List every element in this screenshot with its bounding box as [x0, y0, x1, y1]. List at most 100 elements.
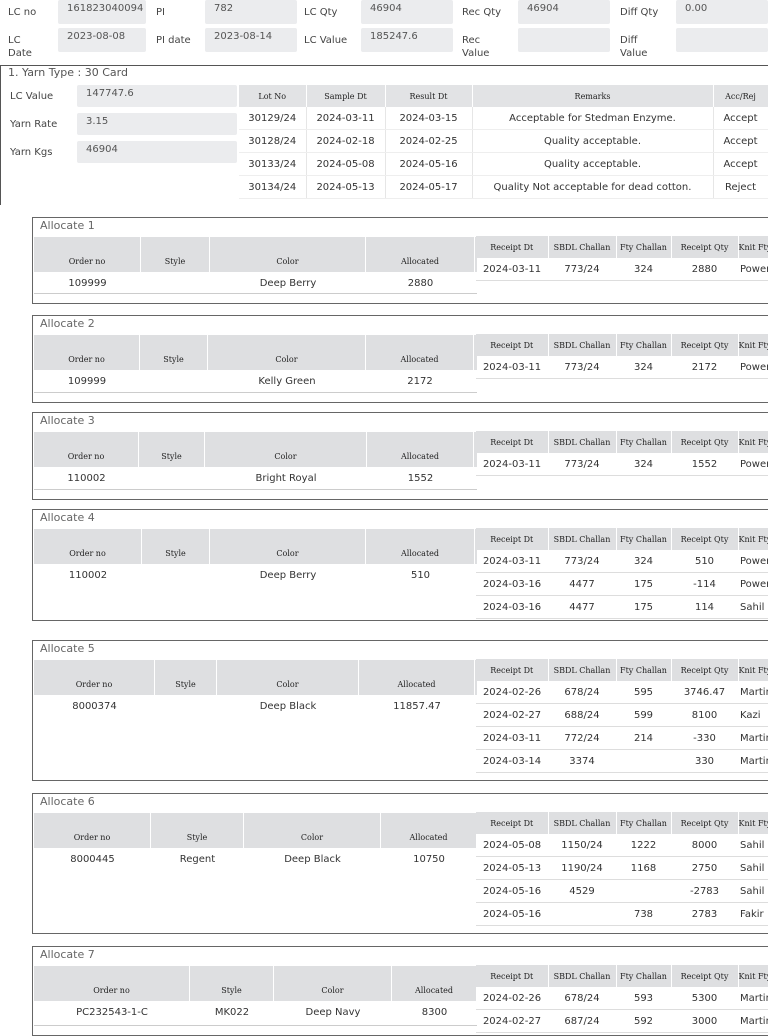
- receipt-cell: Martin: [738, 749, 768, 773]
- receipt-table: Receipt Dt SBDL Challan Fty Challan Receipt…: [476, 334, 768, 379]
- receipt-cell: 8100: [671, 703, 738, 727]
- receipt-col-receipt-dt: Receipt Dt: [476, 965, 549, 987]
- diff-qty-field[interactable]: 0.00: [676, 0, 768, 24]
- rec-value-label: Rec Value: [462, 35, 490, 59]
- qc-col-lot-no: Lot No: [239, 85, 307, 107]
- receipt-col-fty-challan: Fty Challan: [616, 659, 672, 681]
- receipt-cell: 2024-02-27: [476, 1009, 548, 1033]
- qc-cell: Quality Not acceptable for dead cotton.: [472, 175, 714, 199]
- qc-cell: Accept: [713, 152, 768, 176]
- qc-cell: Quality acceptable.: [472, 152, 714, 176]
- order-col-order-no: Order no: [34, 432, 139, 467]
- qc-cell: 2024-05-17: [385, 175, 473, 199]
- qc-col-acc-rej: Acc/Rej: [713, 85, 768, 107]
- table-row: 2024-05-08 1150/24 1222 8000 Sahil: [476, 834, 768, 857]
- receipt-cell: 2024-05-16: [476, 879, 548, 903]
- table-row: 2024-03-11 773/24 324 2880 Power: [476, 258, 768, 281]
- order-col-allocated: Allocated: [366, 237, 475, 272]
- receipt-cell: 4477: [548, 572, 616, 596]
- receipt-col-fty-challan: Fty Challan: [616, 431, 672, 453]
- order-col-style: Style: [139, 432, 205, 467]
- receipt-cell: 678/24: [548, 987, 616, 1010]
- receipt-col-sbdl-challan: SBDL Challan: [548, 431, 617, 453]
- receipt-col-receipt-qty: Receipt Qty: [671, 965, 739, 987]
- table-row: 2024-05-13 1190/24 1168 2750 Sahil: [476, 856, 768, 880]
- receipt-cell: 324: [616, 258, 671, 281]
- receipt-cell: 2024-03-11: [476, 258, 548, 281]
- order-cell: Deep Black: [259, 701, 317, 712]
- receipt-header-row: Receipt Dt SBDL Challan Fty Challan Receipt…: [476, 965, 768, 987]
- order-cell: 109999: [68, 278, 107, 289]
- receipt-cell: Martin: [738, 726, 768, 750]
- diff-value-field[interactable]: [676, 28, 768, 52]
- table-row: 2024-03-16 4477 175 -114 Power: [476, 572, 768, 596]
- receipt-col-receipt-qty: Receipt Qty: [671, 659, 739, 681]
- row-divider: [34, 392, 477, 393]
- receipt-table: Receipt Dt SBDL Challan Fty Challan Receipt…: [476, 236, 768, 281]
- allocation-title: Allocate 3: [40, 414, 95, 427]
- receipt-cell: 592: [616, 1009, 671, 1033]
- receipt-col-sbdl-challan: SBDL Challan: [548, 812, 617, 834]
- order-col-order-no: Order no: [34, 813, 151, 848]
- order-cell: 2880: [407, 278, 434, 289]
- order-col-allocated: Allocated: [359, 660, 475, 695]
- lc-no-field[interactable]: 161823040094: [58, 0, 146, 24]
- receipt-cell: 773/24: [548, 453, 616, 476]
- order-col-style: Style: [141, 237, 210, 272]
- lc-value-field[interactable]: 185247.6: [361, 28, 453, 52]
- receipt-cell: 2172: [671, 356, 738, 379]
- row-divider: [34, 293, 477, 294]
- table-row: 2024-03-11 773/24 324 510 Power: [476, 550, 768, 573]
- yarn-lc-value-field[interactable]: 147747.6: [77, 85, 237, 107]
- yarn-rate-field[interactable]: 3.15: [77, 113, 237, 135]
- receipt-cell: 2024-03-14: [476, 749, 548, 773]
- receipt-cell: 2024-02-26: [476, 681, 548, 704]
- qc-cell: 2024-05-16: [385, 152, 473, 176]
- rec-value-field[interactable]: [518, 28, 610, 52]
- qc-cell: Acceptable for Stedman Enzyme.: [472, 107, 714, 130]
- order-cell: Regent: [179, 854, 216, 865]
- allocation-box: Allocate 1 Order no Style Color Allocated 109…: [32, 217, 768, 304]
- pi-label: PI: [156, 7, 165, 18]
- receipt-cell: 324: [616, 550, 671, 573]
- receipt-cell: 324: [616, 356, 671, 379]
- receipt-cell: 678/24: [548, 681, 616, 704]
- pi-field[interactable]: 782: [205, 0, 297, 24]
- order-col-color: Color: [210, 237, 366, 272]
- pi-date-field[interactable]: 2023-08-14: [205, 28, 297, 52]
- receipt-header-row: Receipt Dt SBDL Challan Fty Challan Receipt…: [476, 236, 768, 258]
- receipt-cell: 687/24: [548, 1009, 616, 1033]
- lc-no-label: LC no: [8, 7, 37, 18]
- order-col-order-no: Order no: [34, 237, 141, 272]
- receipt-cell: 1150/24: [548, 834, 616, 857]
- receipt-col-receipt-qty: Receipt Qty: [671, 334, 739, 356]
- receipt-header-row: Receipt Dt SBDL Challan Fty Challan Receipt…: [476, 528, 768, 550]
- order-header-row: Order no Style Color Allocated: [34, 432, 477, 467]
- receipt-cell: -330: [671, 726, 738, 750]
- allocation-box: Allocate 4 Order no Style Color Allocated 110…: [32, 509, 768, 621]
- receipt-col-sbdl-challan: SBDL Challan: [548, 236, 617, 258]
- receipt-cell: 772/24: [548, 726, 616, 750]
- order-cell: 11857.47: [393, 701, 441, 712]
- order-cell: Bright Royal: [255, 473, 317, 484]
- order-cell: 109999: [67, 376, 107, 387]
- qc-cell: Quality acceptable.: [472, 129, 714, 153]
- receipt-cell: 738: [616, 902, 671, 926]
- lc-date-field[interactable]: 2023-08-08: [58, 28, 146, 52]
- order-col-style: Style: [140, 335, 208, 370]
- rec-qty-field[interactable]: 46904: [518, 0, 610, 24]
- receipt-table: Receipt Dt SBDL Challan Fty Challan Receipt…: [476, 965, 768, 1033]
- receipt-col-sbdl-challan: SBDL Challan: [548, 965, 617, 987]
- receipt-cell: -114: [671, 572, 738, 596]
- receipt-cell: 773/24: [548, 356, 616, 379]
- allocation-box: Allocate 7 Order no Style Color Allocated PC2…: [32, 946, 768, 1036]
- table-row: 30129/24 2024-03-11 2024-03-15 Acceptable f…: [239, 107, 768, 130]
- receipt-cell: 2024-05-16: [476, 902, 548, 926]
- lc-qty-field[interactable]: 46904: [361, 0, 453, 24]
- yarn-kgs-field[interactable]: 46904: [77, 141, 237, 163]
- receipt-cell: 114: [671, 595, 738, 619]
- table-row: 30133/24 2024-05-08 2024-05-16 Quality acce…: [239, 152, 768, 176]
- table-row: 30134/24 2024-05-13 2024-05-17 Quality Not …: [239, 175, 768, 199]
- allocation-title: Allocate 2: [40, 317, 95, 330]
- receipt-header-row: Receipt Dt SBDL Challan Fty Challan Receipt…: [476, 431, 768, 453]
